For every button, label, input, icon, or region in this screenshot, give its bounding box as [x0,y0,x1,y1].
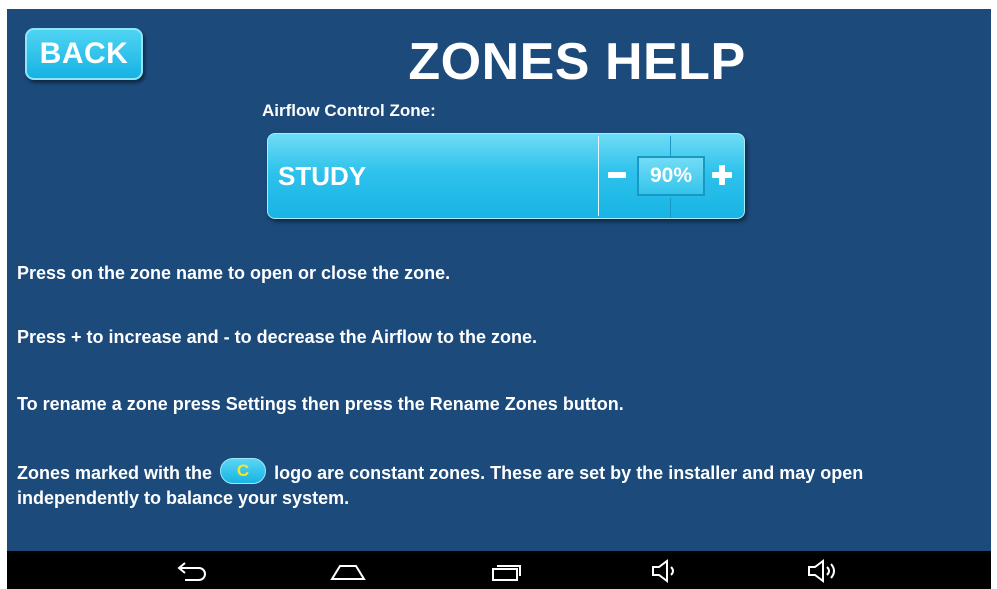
zone-divider [598,136,599,216]
app-area: BACK ZONES HELP Airflow Control Zone: ST… [7,9,991,551]
help-text-constant-zones: Zones marked with the C logo are constan… [17,458,977,509]
volume-down-icon[interactable] [645,558,685,584]
page-title: ZONES HELP [408,33,746,91]
constant-zone-logo-icon: C [220,458,267,484]
zone-name-button[interactable]: STUDY [268,134,598,218]
volume-up-icon[interactable] [802,558,842,584]
back-button[interactable]: BACK [25,28,143,80]
help-text-constant-before: Zones marked with the [17,462,213,483]
device-screen: BACK ZONES HELP Airflow Control Zone: ST… [7,9,991,589]
zone-control: STUDY 90% [267,133,745,219]
zone-tick-top [670,136,671,156]
help-text-rename: To rename a zone press Settings then pre… [17,394,624,414]
plus-icon [719,165,725,185]
help-text-open-close: Press on the zone name to open or close … [17,263,451,283]
zone-tick-bottom [670,198,671,218]
back-arrow-icon[interactable] [171,558,211,584]
system-nav-bar [7,551,991,589]
zone-caption: Airflow Control Zone: [262,101,436,120]
increase-airflow-button[interactable] [709,162,735,188]
recent-apps-icon[interactable] [486,558,526,584]
home-icon[interactable] [328,558,368,584]
minus-icon [608,172,626,178]
airflow-value: 90% [637,156,705,196]
decrease-airflow-button[interactable] [606,164,628,186]
help-text-airflow: Press + to increase and - to decrease th… [17,327,537,347]
